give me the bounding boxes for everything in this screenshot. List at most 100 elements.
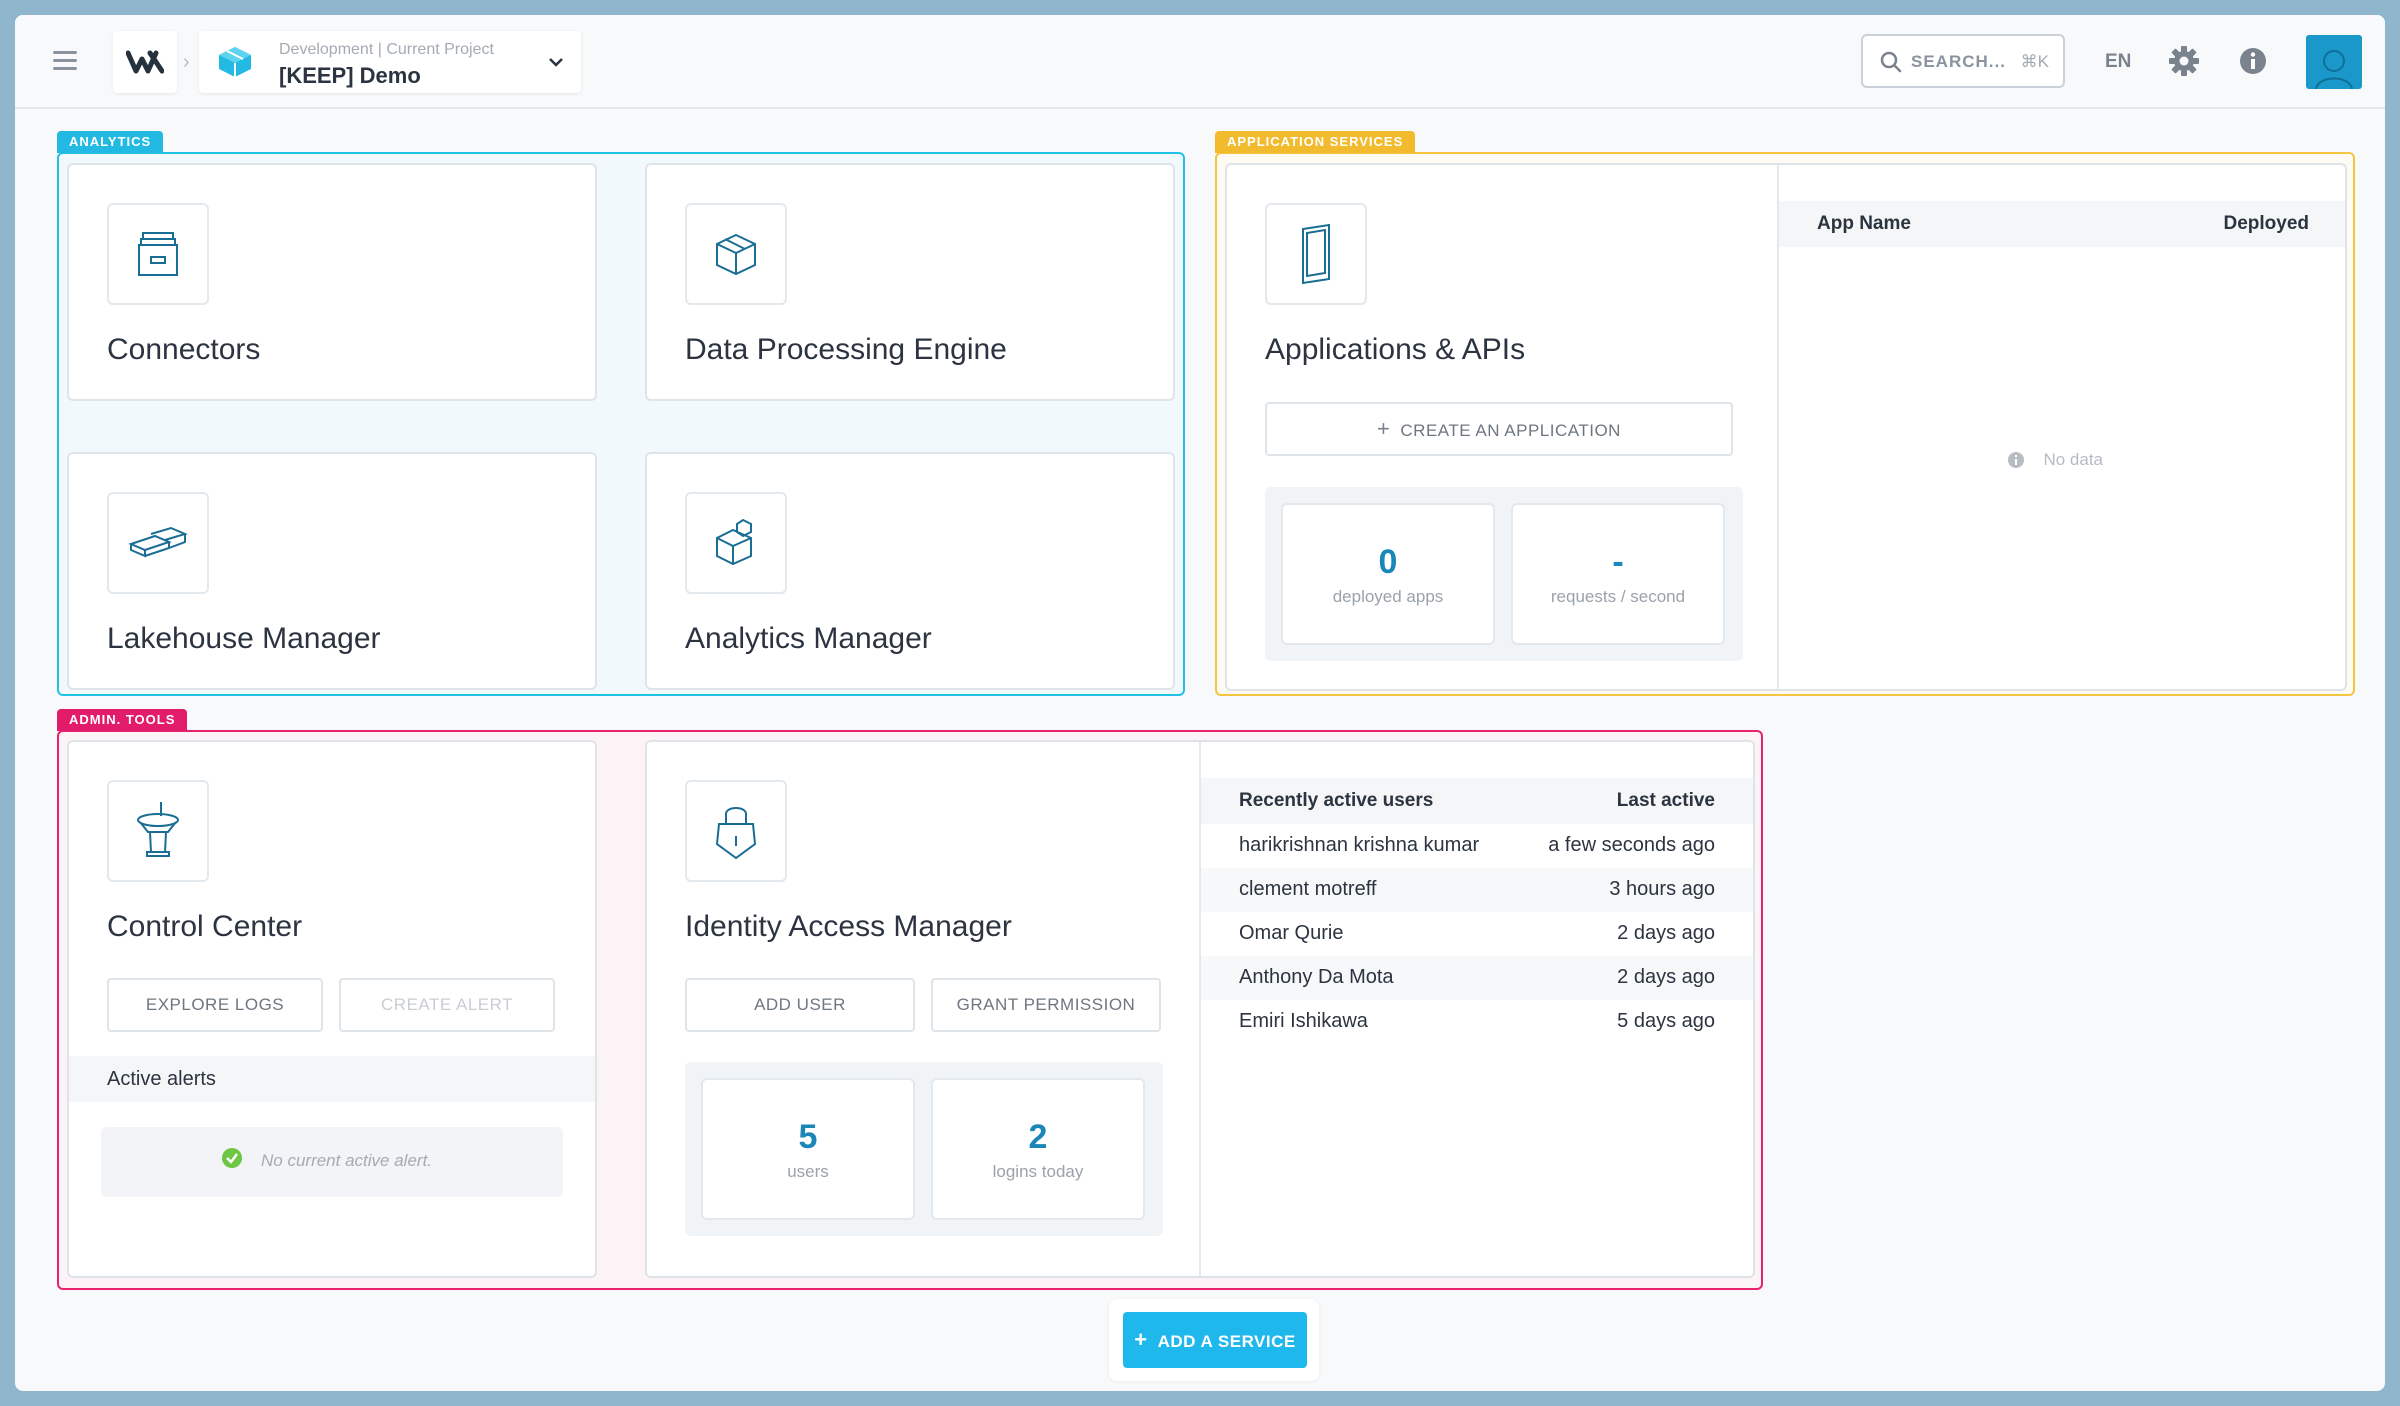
- users-value: 5: [798, 1118, 818, 1156]
- app-window: › Development | Current Project [KEEP] D…: [15, 15, 2385, 1391]
- iam-icon-box[interactable]: [685, 780, 787, 882]
- deployed-apps-value: 0: [1378, 543, 1398, 581]
- explore-logs-button[interactable]: EXPLORE LOGS: [107, 978, 323, 1032]
- application-services-group: APPLICATION SERVICES Applications & APIs…: [1215, 131, 2355, 696]
- applications-title: Applications & APIs: [1265, 333, 1526, 366]
- control-center-title: Control Center: [107, 910, 303, 943]
- user-last-active: 3 hours ago: [1609, 878, 1715, 900]
- home-logo[interactable]: [113, 31, 177, 93]
- table-row[interactable]: Emiri Ishikawa 5 days ago: [1201, 1000, 1753, 1044]
- project-name: [KEEP] Demo: [279, 63, 421, 88]
- no-alert-text: No current active alert.: [261, 1151, 433, 1170]
- table-row[interactable]: clement motreff 3 hours ago: [1201, 868, 1753, 912]
- plus-icon: +: [1134, 1327, 1148, 1352]
- top-bar: › Development | Current Project [KEEP] D…: [15, 15, 2385, 109]
- control-center-icon-box[interactable]: [107, 780, 209, 882]
- info-icon[interactable]: [2239, 47, 2267, 75]
- analytics-manager-card[interactable]: Analytics Manager: [645, 452, 1175, 690]
- iam-title: Identity Access Manager: [685, 910, 1012, 943]
- user-name: harikrishnan krishna kumar: [1239, 834, 1480, 856]
- connectors-icon-box: [107, 203, 209, 305]
- table-row[interactable]: harikrishnan krishna kumar a few seconds…: [1201, 824, 1753, 868]
- padlock-icon: [715, 807, 757, 860]
- app-name-column: App Name: [1817, 213, 1911, 234]
- user-name: clement motreff: [1239, 878, 1377, 900]
- logins-label: logins today: [992, 1162, 1084, 1181]
- user-last-active: a few seconds ago: [1548, 834, 1715, 856]
- connectors-card[interactable]: Connectors: [67, 163, 597, 401]
- logins-value: 2: [1028, 1118, 1048, 1156]
- inbox-tray-icon: [138, 232, 178, 276]
- create-application-label: CREATE AN APPLICATION: [1400, 421, 1621, 440]
- search-input[interactable]: SEARCH... ⌘K: [1861, 34, 2065, 88]
- app-stats: 0 deployed apps - requests / second: [1265, 487, 1743, 661]
- user-last-active: 2 days ago: [1617, 966, 1715, 988]
- recent-users-header: Recently active users Last active: [1201, 778, 1753, 824]
- apps-empty-state: No data: [2007, 450, 2103, 470]
- language-selector[interactable]: EN: [2105, 51, 2131, 73]
- dpe-title: Data Processing Engine: [685, 333, 1007, 366]
- requests-label: requests / second: [1550, 587, 1686, 606]
- application-services-group-tag: APPLICATION SERVICES: [1215, 131, 1416, 153]
- dpe-icon-box: [685, 203, 787, 305]
- analytics-group-tag: ANALYTICS: [57, 131, 164, 153]
- add-service-label: ADD A SERVICE: [1157, 1332, 1296, 1351]
- requests-value: -: [1612, 543, 1624, 581]
- lakehouse-icon-box: [107, 492, 209, 594]
- create-application-button[interactable]: + CREATE AN APPLICATION: [1265, 402, 1733, 456]
- open-box-icon: [716, 233, 756, 276]
- project-selector[interactable]: Development | Current Project [KEEP] Dem…: [199, 31, 581, 93]
- requests-per-second-stat: - requests / second: [1511, 503, 1725, 645]
- storage-blocks-icon: [128, 526, 188, 558]
- user-last-active: 5 days ago: [1617, 1010, 1715, 1032]
- applications-icon-box[interactable]: [1265, 203, 1367, 305]
- deployed-apps-label: deployed apps: [1332, 587, 1444, 606]
- analytics-manager-icon-box: [685, 492, 787, 594]
- user-name: Omar Qurie: [1239, 922, 1344, 944]
- analytics-manager-title: Analytics Manager: [685, 622, 932, 655]
- user-silhouette-icon: [2315, 50, 2353, 89]
- project-cube-icon: [219, 47, 251, 77]
- users-stat: 5 users: [701, 1078, 915, 1220]
- alerts-empty-state: No current active alert.: [101, 1127, 563, 1197]
- deployed-apps-stat: 0 deployed apps: [1281, 503, 1495, 645]
- search-shortcut: ⌘K: [2020, 52, 2049, 71]
- control-center-card: Control Center EXPLORE LOGS CREATE ALERT…: [67, 740, 597, 1278]
- search-placeholder: SEARCH...: [1911, 52, 2006, 71]
- active-alerts-title: Active alerts: [107, 1068, 216, 1090]
- last-active-column: Last active: [1616, 790, 1715, 811]
- identity-access-manager-card: Identity Access Manager ADD USER GRANT P…: [645, 740, 1755, 1278]
- add-service-container: + ADD A SERVICE: [1109, 1299, 1319, 1381]
- plus-icon: +: [1377, 416, 1391, 441]
- grant-permission-button[interactable]: GRANT PERMISSION: [931, 978, 1161, 1032]
- gear-icon[interactable]: [2168, 45, 2200, 77]
- box-gem-icon: [716, 518, 752, 566]
- admin-tools-group: ADMIN. TOOLS Control Center EXPLORE LOGS…: [57, 709, 1763, 1290]
- connectors-title: Connectors: [107, 333, 261, 366]
- menu-icon[interactable]: [53, 51, 77, 71]
- avatar[interactable]: [2306, 35, 2362, 89]
- table-row[interactable]: Anthony Da Mota 2 days ago: [1201, 956, 1753, 1000]
- apps-table-header: App Name Deployed: [1779, 201, 2345, 247]
- control-tower-icon: [137, 802, 179, 857]
- lakehouse-manager-card[interactable]: Lakehouse Manager: [67, 452, 597, 690]
- applications-apis-card: Applications & APIs + CREATE AN APPLICATI…: [1225, 163, 2347, 691]
- analytics-group: ANALYTICS Connectors Data Processing Eng…: [57, 131, 1185, 696]
- breadcrumb-separator-icon: ›: [183, 51, 190, 73]
- logins-today-stat: 2 logins today: [931, 1078, 1145, 1220]
- admin-tools-group-tag: ADMIN. TOOLS: [57, 709, 188, 731]
- data-processing-engine-card[interactable]: Data Processing Engine: [645, 163, 1175, 401]
- project-environment: Development | Current Project: [279, 41, 494, 58]
- tablet-device-icon: [1302, 223, 1330, 285]
- iam-stats: 5 users 2 logins today: [685, 1062, 1163, 1236]
- user-last-active: 2 days ago: [1617, 922, 1715, 944]
- create-alert-button[interactable]: CREATE ALERT: [339, 978, 555, 1032]
- user-name: Emiri Ishikawa: [1239, 1010, 1368, 1032]
- no-data-text: No data: [2043, 450, 2103, 469]
- table-row[interactable]: Omar Qurie 2 days ago: [1201, 912, 1753, 956]
- info-icon: [2008, 452, 2024, 468]
- brand-logo-icon: [126, 50, 164, 74]
- users-label: users: [787, 1162, 829, 1181]
- add-service-button[interactable]: + ADD A SERVICE: [1123, 1312, 1307, 1368]
- add-user-button[interactable]: ADD USER: [685, 978, 915, 1032]
